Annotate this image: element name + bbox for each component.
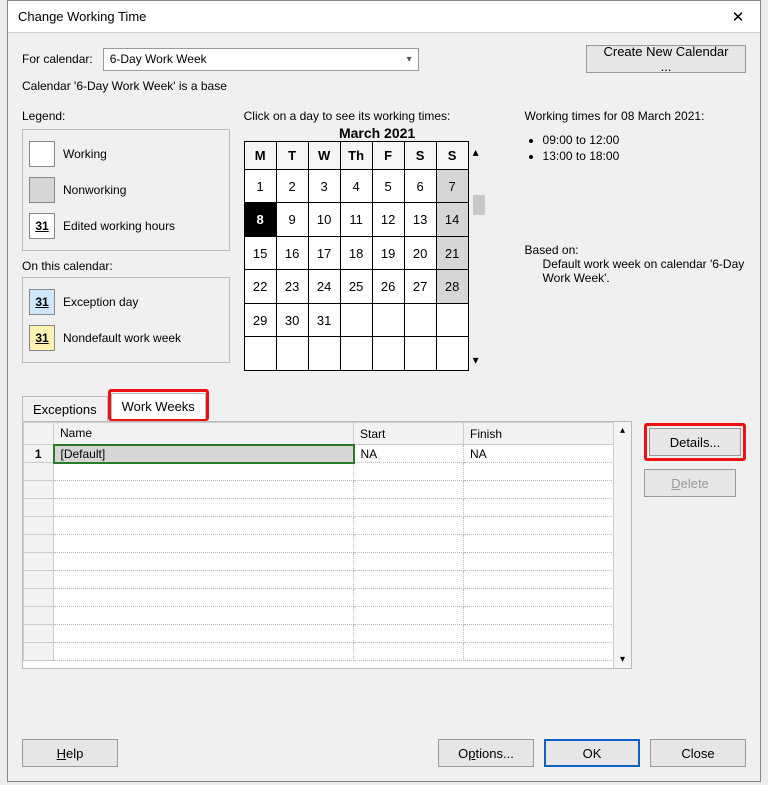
working-times-heading: Working times for 08 March 2021:	[525, 109, 746, 123]
scroll-up-icon[interactable]: ▴	[620, 422, 625, 439]
calendar-day	[276, 337, 308, 371]
calendar-day[interactable]: 27	[404, 270, 436, 304]
grid-scrollbar[interactable]: ▴ ▾	[613, 422, 631, 668]
help-button[interactable]: Help	[22, 739, 118, 767]
calendar-day[interactable]: 31	[308, 303, 340, 337]
calendar-day[interactable]: 19	[372, 236, 404, 270]
calendar-select[interactable]: 6-Day Work Week ▾	[103, 48, 419, 71]
calendar-day	[308, 337, 340, 371]
calendar-day[interactable]: 16	[276, 236, 308, 270]
ok-button[interactable]: OK	[544, 739, 640, 767]
col-finish[interactable]: Finish	[464, 423, 630, 445]
create-new-calendar-button[interactable]: Create New Calendar ...	[586, 45, 746, 73]
dialog-title: Change Working Time	[18, 9, 146, 24]
calendar-day	[340, 303, 372, 337]
highlight-workweeks: Work Weeks	[108, 389, 209, 421]
calendar-day[interactable]: 6	[404, 169, 436, 203]
titlebar: Change Working Time ✕	[8, 1, 760, 33]
on-this-calendar-label: On this calendar:	[22, 259, 230, 273]
calendar-day[interactable]: 25	[340, 270, 372, 304]
calendar-month: March 2021	[244, 125, 511, 141]
calendar-day	[244, 337, 276, 371]
calendar-grid[interactable]: MTWThFSS12345678910111213141516171819202…	[244, 141, 469, 371]
calendar-day[interactable]: 21	[436, 236, 468, 270]
legend: Legend: Working Nonworking 31Edited work…	[22, 109, 230, 371]
details-button[interactable]: Details...	[649, 428, 741, 456]
delete-button: Delete	[644, 469, 736, 497]
calendar-day[interactable]: 3	[308, 169, 340, 203]
calendar-day	[372, 337, 404, 371]
calendar-select-value: 6-Day Work Week	[110, 52, 207, 66]
tab-exceptions[interactable]: Exceptions	[22, 396, 108, 422]
swatch-edited: 31	[29, 213, 55, 239]
calendar-day[interactable]: 17	[308, 236, 340, 270]
calendar-day[interactable]: 11	[340, 203, 372, 237]
legend-heading: Legend:	[22, 109, 230, 123]
working-time-1: 09:00 to 12:00	[543, 133, 746, 147]
calendar-day[interactable]: 15	[244, 236, 276, 270]
calendar-day[interactable]: 9	[276, 203, 308, 237]
calendar-day[interactable]: 30	[276, 303, 308, 337]
calendar-day[interactable]: 1	[244, 169, 276, 203]
calendar-day[interactable]: 2	[276, 169, 308, 203]
tab-work-weeks[interactable]: Work Weeks	[111, 393, 206, 419]
calendar-day[interactable]: 29	[244, 303, 276, 337]
calendar-instruction: Click on a day to see its working times:	[244, 109, 511, 123]
calendar-day[interactable]: 5	[372, 169, 404, 203]
calendar-day	[436, 337, 468, 371]
calendar-day[interactable]: 18	[340, 236, 372, 270]
swatch-nonworking	[29, 177, 55, 203]
calendar-day[interactable]: 28	[436, 270, 468, 304]
col-name[interactable]: Name	[54, 423, 354, 445]
based-on-text: Default work week on calendar '6-Day Wor…	[543, 257, 746, 285]
calendar-day[interactable]: 13	[404, 203, 436, 237]
calendar-day[interactable]: 24	[308, 270, 340, 304]
calendar-day[interactable]: 12	[372, 203, 404, 237]
close-icon[interactable]: ✕	[716, 2, 760, 32]
swatch-exception: 31	[29, 289, 55, 315]
cell-start: NA	[354, 445, 464, 463]
table-row[interactable]: 1 [Default] NA NA	[24, 445, 630, 463]
calendar-subtitle: Calendar '6-Day Work Week' is a base	[22, 79, 746, 93]
working-time-2: 13:00 to 18:00	[543, 149, 746, 163]
calendar-day[interactable]: 10	[308, 203, 340, 237]
change-working-time-dialog: Change Working Time ✕ For calendar: 6-Da…	[7, 0, 761, 782]
calendar-day[interactable]: 4	[340, 169, 372, 203]
calendar-day[interactable]: 8	[244, 203, 276, 237]
highlight-details: Details...	[644, 423, 746, 461]
swatch-nondefault: 31	[29, 325, 55, 351]
close-button[interactable]: Close	[650, 739, 746, 767]
for-calendar-label: For calendar:	[22, 52, 93, 66]
calendar-day[interactable]: 20	[404, 236, 436, 270]
calendar-day	[436, 303, 468, 337]
cell-finish: NA	[464, 445, 630, 463]
options-button[interactable]: Options...	[438, 739, 534, 767]
calendar-day	[404, 337, 436, 371]
cell-name[interactable]: [Default]	[54, 445, 354, 463]
col-start[interactable]: Start	[354, 423, 464, 445]
calendar-scroll-thumb[interactable]	[473, 195, 485, 215]
calendar-down-icon[interactable]: ▾	[473, 353, 485, 367]
calendar-day[interactable]: 22	[244, 270, 276, 304]
chevron-down-icon: ▾	[407, 54, 412, 65]
swatch-working	[29, 141, 55, 167]
calendar-day	[340, 337, 372, 371]
calendar-day	[404, 303, 436, 337]
calendar-up-icon[interactable]: ▴	[473, 145, 485, 159]
scroll-down-icon[interactable]: ▾	[620, 651, 625, 668]
calendar-day[interactable]: 26	[372, 270, 404, 304]
calendar-day[interactable]: 23	[276, 270, 308, 304]
based-on-label: Based on:	[525, 243, 746, 257]
working-times-info: Working times for 08 March 2021: 09:00 t…	[525, 109, 746, 371]
calendar-day[interactable]: 7	[436, 169, 468, 203]
work-weeks-grid[interactable]: Name Start Finish 1 [Default] NA NA	[22, 421, 632, 669]
calendar-panel: Click on a day to see its working times:…	[244, 109, 511, 371]
calendar-day	[372, 303, 404, 337]
calendar-day[interactable]: 14	[436, 203, 468, 237]
